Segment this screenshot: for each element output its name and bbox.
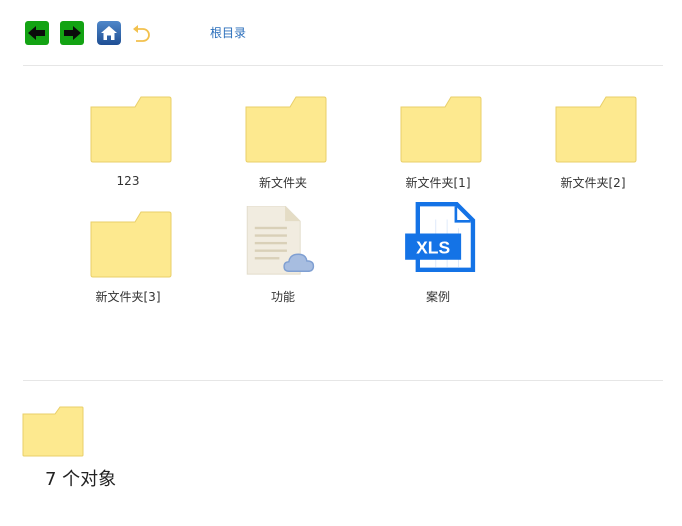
xls-badge-text: XLS — [416, 238, 450, 258]
file-item-label: 新文件夹 — [258, 176, 307, 190]
home-button[interactable] — [97, 21, 121, 45]
folder-icon — [245, 96, 327, 163]
object-count-text: 7 个对象 — [45, 469, 117, 490]
folder-icon — [555, 96, 637, 163]
cloud-document-icon — [246, 206, 315, 275]
toolbar: 根目录 — [0, 0, 682, 66]
file-item-label: 新文件夹[3] — [95, 290, 161, 304]
xls-file-icon: XLS — [405, 202, 476, 272]
file-item-label: 功能 — [270, 290, 295, 304]
file-item-folder-new-2[interactable]: 新文件夹[2] — [518, 92, 668, 202]
forward-button[interactable] — [60, 21, 84, 45]
file-item-label: 123 — [116, 174, 140, 188]
arrow-right-icon — [64, 26, 81, 40]
file-item-doc-function[interactable]: 功能 — [208, 206, 358, 316]
file-item-label: 新文件夹[2] — [560, 176, 626, 190]
file-item-folder-123[interactable]: 123 — [53, 92, 203, 202]
file-item-folder-new[interactable]: 新文件夹 — [208, 92, 358, 202]
file-grid: 123 新文件夹 新文件夹[1] 新文件夹[2] 新文件夹[3] 功能 XLS … — [0, 66, 682, 380]
file-item-folder-new-3[interactable]: 新文件夹[3] — [53, 206, 203, 316]
file-item-label: 新文件夹[1] — [405, 176, 471, 190]
undo-button[interactable] — [130, 21, 154, 45]
folder-icon — [90, 211, 172, 278]
folder-icon — [90, 96, 172, 163]
folder-icon — [400, 96, 482, 163]
back-button[interactable] — [25, 21, 49, 45]
folder-icon — [22, 406, 84, 457]
bottom-divider — [23, 380, 663, 381]
arrow-left-icon — [28, 26, 45, 40]
undo-icon — [133, 25, 150, 42]
file-item-label: 案例 — [425, 290, 450, 304]
file-item-folder-new-1[interactable]: 新文件夹[1] — [363, 92, 513, 202]
home-icon — [101, 26, 117, 40]
file-item-xls-case[interactable]: XLS 案例 — [363, 202, 513, 316]
breadcrumb-root-link[interactable]: 根目录 — [210, 24, 246, 41]
